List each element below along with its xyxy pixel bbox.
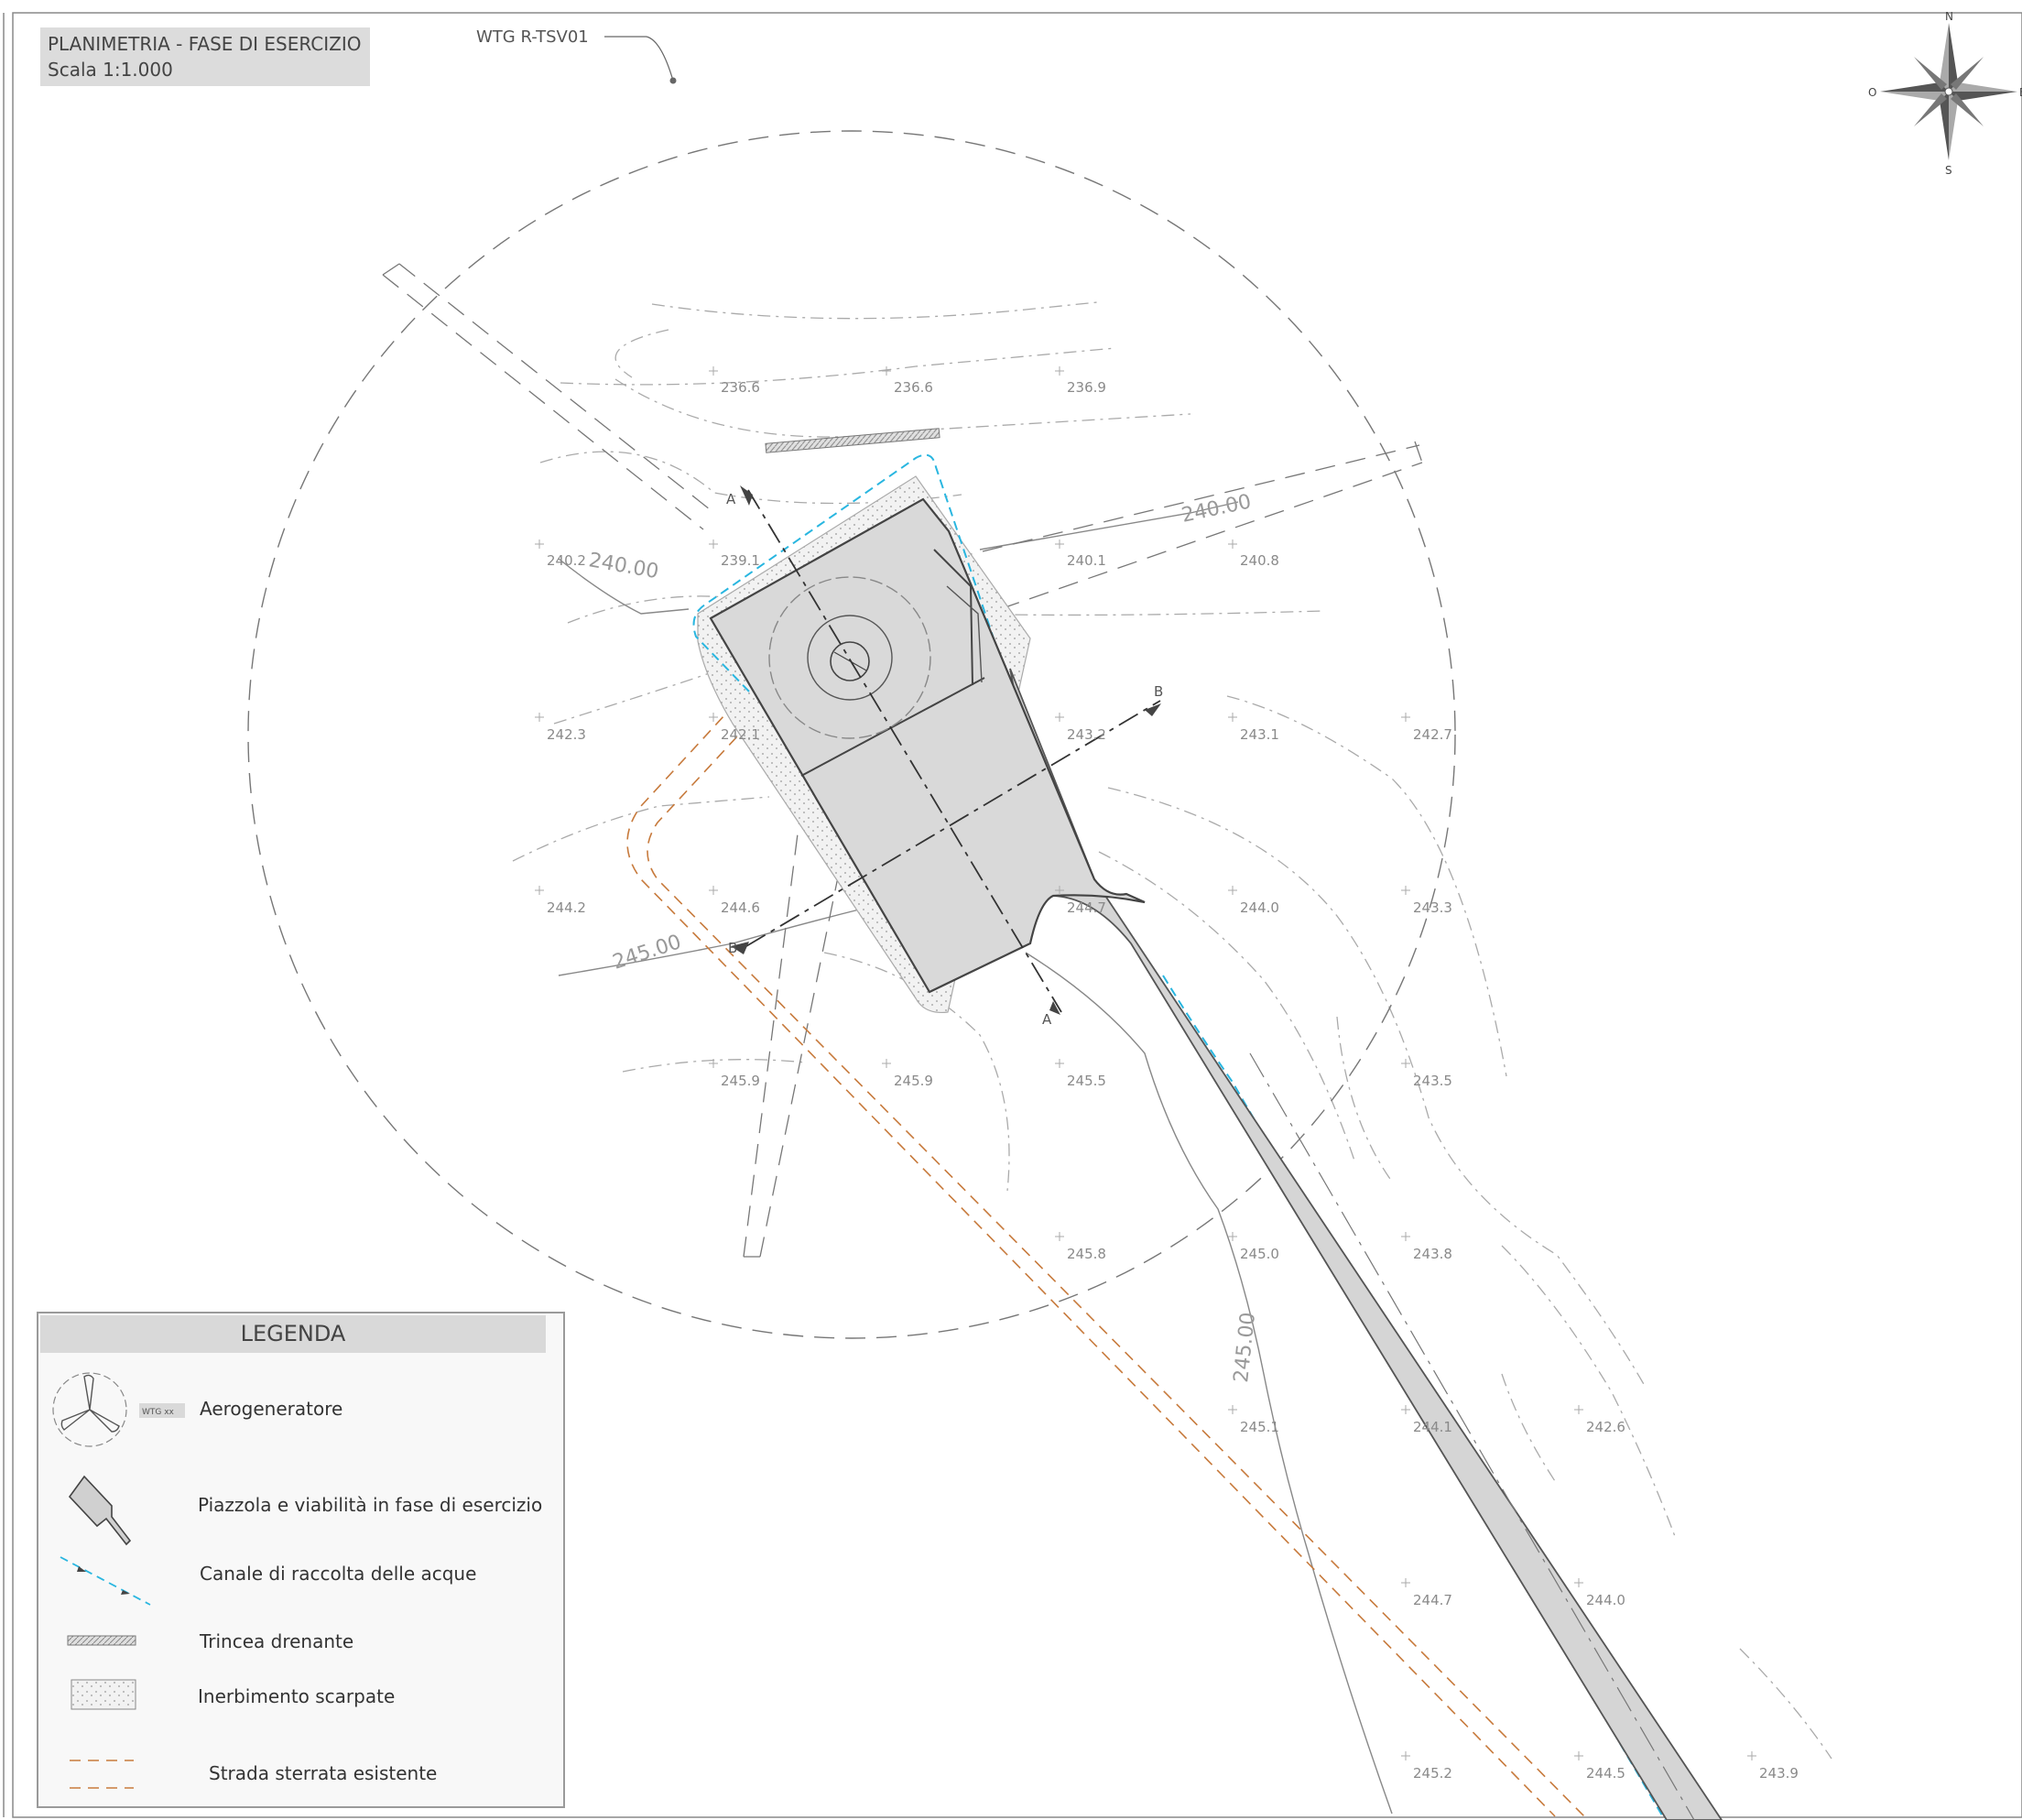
spot-height: 244.7 [1067,899,1106,916]
title-block: PLANIMETRIA - FASE DI ESERCIZIO Scala 1:… [40,27,370,86]
spot-height: 245.9 [721,1073,760,1089]
spot-height: 239.1 [721,552,760,569]
spot-height: 240.2 [547,552,586,569]
legend-item-wind-turbine: Aerogeneratore [200,1398,343,1420]
legend-item-channel: Canale di raccolta delle acque [200,1563,477,1585]
drawing-scale: Scala 1:1.000 [48,59,173,81]
dirt-road-icon [70,1760,134,1789]
compass-n: N [1945,10,1953,23]
spot-height: 240.8 [1240,552,1279,569]
spot-height: 242.7 [1413,726,1452,743]
spot-height-crosses [535,366,1756,1760]
drainage-trench-icon [67,1635,136,1646]
spot-height: 240.1 [1067,552,1106,569]
legend-item-grass: Inerbimento scarpate [198,1685,396,1707]
legend-item-trench: Trincea drenante [200,1630,354,1652]
spot-height: 243.9 [1759,1765,1799,1782]
spot-height: 245.8 [1067,1246,1106,1262]
drawing-title: PLANIMETRIA - FASE DI ESERCIZIO [48,33,362,55]
spot-height: 244.6 [721,899,760,916]
spot-height: 236.6 [721,379,760,396]
spot-height: 244.5 [1586,1765,1625,1782]
compass-rose: N S E O [1868,10,2022,177]
spot-height: 236.6 [894,379,933,396]
spot-height: 242.6 [1586,1419,1625,1435]
spot-height: 243.5 [1413,1073,1452,1089]
legend: LEGENDA WTG xx Aerogeneratore Piazzola e… [37,1312,565,1808]
legend-item-dirt-road: Strada sterrata esistente [209,1762,438,1784]
spot-height: 244.0 [1240,899,1279,916]
section-label-a-bottom: A [1042,1011,1052,1028]
contour-label: 240.00 [587,549,660,583]
section-label-b-right: B [1154,683,1163,700]
compass-s: S [1945,164,1952,177]
spot-height: 243.2 [1067,726,1106,743]
legend-item-pad: Piazzola e viabilità in fase di esercizi… [198,1494,543,1516]
spot-height: 243.3 [1413,899,1452,916]
section-label-a-top: A [726,491,736,507]
grass-slope-icon [71,1679,136,1710]
spot-height: 245.5 [1067,1073,1106,1089]
spot-height: 245.1 [1240,1419,1279,1435]
spot-height: 245.0 [1240,1246,1279,1262]
compass-o: O [1868,86,1876,99]
spot-height: 242.3 [547,726,586,743]
wind-turbine-icon [52,1372,127,1447]
spot-height: 244.1 [1413,1419,1452,1435]
wtg-tag-text: WTG xx [142,1408,175,1417]
contour-label: 240.00 [1180,490,1253,527]
drainage-trench [765,428,940,453]
spot-height: 242.1 [721,726,760,743]
turbine-leader-curve [646,36,674,82]
road-centerline [1249,1052,1695,1820]
spot-height: 244.7 [1413,1592,1452,1608]
spot-height: 245.9 [894,1073,933,1089]
turbine-label: WTG R-TSV01 [476,27,589,47]
spot-heights: 236.6 236.6 236.9 240.2 239.1 240.1 240.… [547,379,1799,1782]
spot-height: 243.8 [1413,1246,1452,1262]
section-label-b-left: B [728,940,737,956]
spot-height: 244.0 [1586,1592,1625,1608]
contour-label: 245.00 [610,931,684,975]
contour-lines [512,301,1832,1760]
spot-height: 236.9 [1067,379,1106,396]
spot-height: 243.1 [1240,726,1279,743]
turbine-leader-dot [669,77,677,84]
water-channel-icon [60,1556,151,1606]
spot-height: 244.2 [547,899,586,916]
crane-pad-icon [68,1475,132,1546]
contour-label: 245.00 [1230,1311,1260,1383]
access-road [1009,668,1723,1820]
legend-symbols: WTG xx [52,1372,185,1789]
spot-height: 245.2 [1413,1765,1452,1782]
